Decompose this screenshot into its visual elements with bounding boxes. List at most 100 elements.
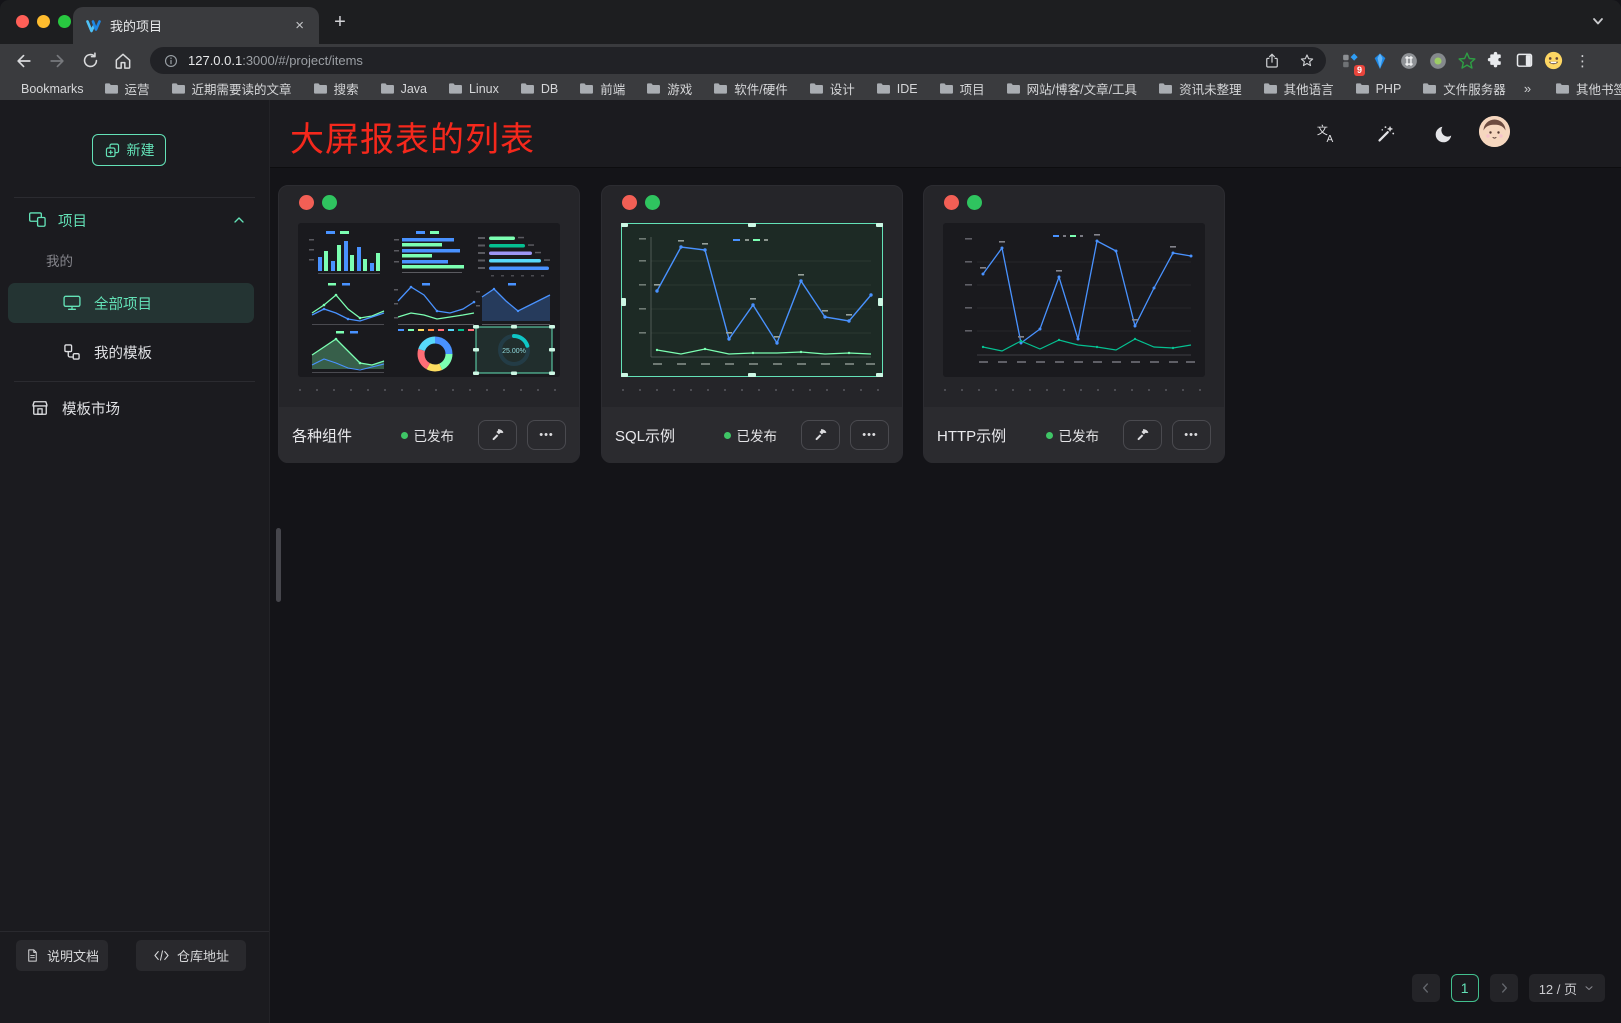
ellipsis-icon: ••• (1184, 430, 1199, 440)
extension-gem-icon[interactable] (1365, 47, 1394, 75)
screens-icon (28, 210, 48, 230)
status-dot-icon (724, 432, 731, 439)
more-actions-button[interactable]: ••• (527, 420, 566, 450)
bookmarks-root-label[interactable]: Bookmarks (21, 82, 84, 96)
tab-search-button[interactable] (1590, 13, 1606, 29)
pagination: 1 12 / 页 (1412, 974, 1605, 1002)
tab-strip: 我的项目 × + (0, 0, 1621, 44)
tab-close-icon[interactable]: × (292, 17, 307, 34)
bookmark-folder[interactable]: IDE (876, 82, 918, 96)
bookmark-folder[interactable]: 项目 (939, 79, 985, 98)
url-text: 127.0.0.1:3000/#/project/items (188, 53, 1250, 68)
home-button[interactable] (111, 49, 135, 73)
storefront-icon (30, 398, 50, 418)
project-thumbnail[interactable] (621, 223, 883, 377)
theme-wand-button[interactable] (1369, 118, 1401, 150)
bookmark-folder[interactable]: 其他语言 (1263, 79, 1334, 98)
extensions-row: 9 ⋮ (1336, 47, 1597, 75)
bookmark-folder[interactable]: 运营 (104, 79, 150, 98)
bookmark-star-button[interactable] (1294, 48, 1320, 74)
browser-menu-button[interactable]: ⋮ (1568, 47, 1597, 75)
chevron-down-icon (1590, 13, 1606, 29)
bookmarks-overflow-button[interactable]: » (1524, 81, 1531, 96)
moon-icon (1433, 124, 1454, 145)
green-dot-icon (322, 195, 337, 210)
extensions-puzzle-icon[interactable] (1481, 47, 1510, 75)
address-bar[interactable]: 127.0.0.1:3000/#/project/items (150, 47, 1326, 74)
bookmark-folder[interactable]: 近期需要读的文章 (171, 79, 292, 98)
monitor-icon (62, 293, 82, 313)
current-page-button[interactable]: 1 (1451, 974, 1479, 1002)
more-actions-button[interactable]: ••• (850, 420, 889, 450)
more-actions-button[interactable]: ••• (1172, 420, 1211, 450)
edit-project-button[interactable] (478, 420, 517, 450)
edit-project-button[interactable] (801, 420, 840, 450)
docs-button[interactable]: 说明文档 (16, 940, 108, 971)
page-size-select[interactable]: 12 / 页 (1529, 974, 1605, 1002)
project-thumbnail[interactable]: 25.00% (298, 223, 560, 377)
next-page-button[interactable] (1490, 974, 1518, 1002)
share-button[interactable] (1259, 48, 1285, 74)
folder-icon (1263, 82, 1278, 95)
chevron-left-icon (1418, 980, 1434, 996)
other-bookmarks-folder[interactable]: 其他书签 (1555, 79, 1621, 98)
bookmark-folder[interactable]: 前端 (579, 79, 625, 98)
sidebar-item-template-market[interactable]: 模板市场 (8, 388, 254, 428)
emoji-extension-icon[interactable] (1539, 47, 1568, 75)
card-traffic-dots (299, 195, 337, 210)
extension-record-icon[interactable] (1423, 47, 1452, 75)
user-avatar[interactable] (1479, 116, 1510, 147)
svg-text:A: A (1326, 134, 1333, 145)
minimize-window-button[interactable] (37, 15, 50, 28)
extension-star-icon[interactable] (1452, 47, 1481, 75)
close-window-button[interactable] (16, 15, 29, 28)
new-tab-button[interactable]: + (328, 11, 352, 35)
bookmark-folder[interactable]: 软件/硬件 (713, 79, 787, 98)
bookmark-folder-list: 运营 近期需要读的文章 搜索 Java (104, 79, 1506, 98)
thumbnail-linechart (621, 223, 883, 377)
project-card[interactable]: HTTP示例 已发布 ••• (923, 185, 1225, 463)
extension-grid-diamond-icon[interactable]: 9 (1336, 47, 1365, 75)
project-thumbnail[interactable] (943, 223, 1205, 377)
dotted-separator (622, 389, 882, 391)
bookmark-folder[interactable]: 设计 (809, 79, 855, 98)
folder-icon (809, 82, 824, 95)
bookmark-folder[interactable]: DB (520, 82, 558, 96)
side-panel-icon[interactable] (1510, 47, 1539, 75)
language-button[interactable]: 文 A (1310, 118, 1342, 150)
bookmark-folder[interactable]: Linux (448, 82, 499, 96)
browser-tab[interactable]: 我的项目 × (73, 7, 319, 44)
bookmark-folder[interactable]: 搜索 (313, 79, 359, 98)
dotted-separator (299, 389, 559, 391)
ellipsis-icon: ••• (862, 430, 877, 440)
sidebar: 新建 项目 我的 全部项目 (0, 100, 270, 1023)
bookmark-folder[interactable]: PHP (1355, 82, 1402, 96)
edit-project-button[interactable] (1123, 420, 1162, 450)
extension-command-icon[interactable] (1394, 47, 1423, 75)
bookmark-folder[interactable]: 资讯未整理 (1158, 79, 1242, 98)
sidebar-item-all-projects[interactable]: 全部项目 (8, 283, 254, 323)
card-traffic-dots (622, 195, 660, 210)
bookmark-folder[interactable]: Java (380, 82, 427, 96)
card-traffic-dots (944, 195, 982, 210)
favicon-icon (85, 18, 101, 34)
new-project-button[interactable]: 新建 (92, 134, 166, 166)
dark-mode-button[interactable] (1427, 118, 1459, 150)
prev-page-button[interactable] (1412, 974, 1440, 1002)
page-title: 大屏报表的列表 (290, 112, 535, 161)
bookmark-folder[interactable]: 游戏 (646, 79, 692, 98)
project-card[interactable]: 25.00% 各种组件 已发布 ••• (278, 185, 580, 463)
sidebar-group-projects[interactable]: 项目 (28, 204, 247, 236)
zoom-window-button[interactable] (58, 15, 71, 28)
repo-button[interactable]: 仓库地址 (136, 940, 246, 971)
forward-button[interactable] (45, 49, 69, 73)
scrollbar-thumb[interactable] (276, 528, 281, 602)
back-button[interactable] (12, 49, 36, 73)
site-info-icon[interactable] (163, 53, 179, 69)
reload-button[interactable] (78, 49, 102, 73)
sidebar-item-my-templates[interactable]: 我的模板 (8, 332, 254, 372)
chevron-up-icon[interactable] (231, 212, 247, 228)
bookmark-folder[interactable]: 网站/博客/文章/工具 (1006, 79, 1137, 98)
bookmark-folder[interactable]: 文件服务器 (1422, 79, 1506, 98)
project-card[interactable]: SQL示例 已发布 ••• (601, 185, 903, 463)
